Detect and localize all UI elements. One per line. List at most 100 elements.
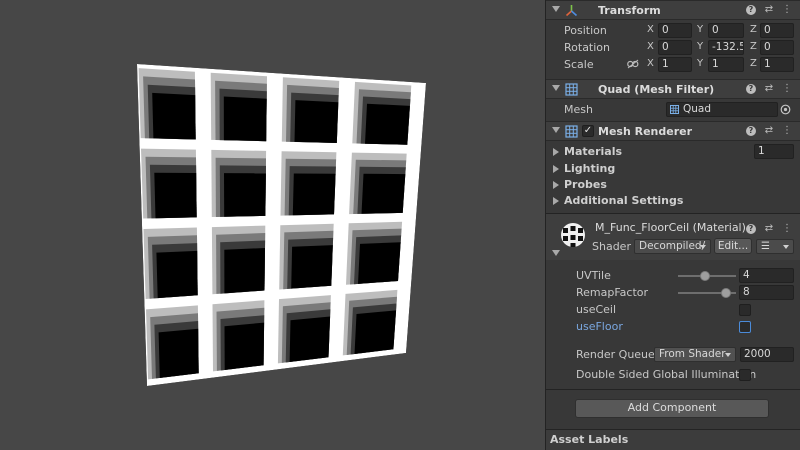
scale-x-field[interactable]: 1 (658, 57, 692, 72)
tile-cell (291, 245, 333, 289)
tile-cell (358, 242, 401, 284)
more-menu-icon[interactable]: ⋮ (782, 223, 792, 235)
chevron-down-icon (783, 245, 789, 249)
dsgi-row: Double Sided Global Illumination (546, 366, 800, 383)
foldout-arrow-icon[interactable] (553, 197, 559, 205)
uvtile-slider-thumb[interactable] (699, 271, 710, 281)
materials-foldout[interactable]: Materials 1 (546, 144, 800, 160)
useceil-checkbox[interactable] (739, 304, 751, 316)
axis-y-label: Y (697, 24, 704, 35)
position-z-field[interactable]: 0 (760, 23, 794, 38)
tile-cell (224, 173, 266, 217)
axis-x-label: X (647, 58, 654, 69)
remapfactor-label: RemapFactor (576, 286, 649, 299)
tile-cell (224, 322, 265, 370)
render-queue-row: Render Queue From Shader 2000 (546, 346, 800, 363)
tile-cell (158, 328, 199, 378)
help-icon[interactable]: ? (746, 224, 756, 234)
additional-settings-foldout[interactable]: Additional Settings (546, 193, 800, 209)
shader-options-dropdown[interactable]: ☰ (756, 239, 794, 254)
tile-cell (365, 103, 410, 145)
position-label: Position (564, 24, 607, 37)
render-queue-label: Render Queue (576, 348, 655, 361)
rotation-z-field[interactable]: 0 (760, 40, 794, 55)
uvtile-field[interactable]: 4 (739, 268, 794, 283)
list-icon: ☰ (761, 241, 770, 252)
foldout-arrow-icon[interactable] (552, 127, 560, 133)
position-y-field[interactable]: 0 (708, 23, 744, 38)
more-menu-icon[interactable]: ⋮ (782, 83, 792, 95)
help-icon[interactable]: ? (746, 126, 756, 136)
more-menu-icon[interactable]: ⋮ (782, 125, 792, 137)
uvtile-row: UVTile 4 (546, 267, 800, 284)
tile-cell (156, 250, 198, 299)
tile-cell (354, 310, 397, 354)
transform-rotation-row: Rotation X 0 Y -132.5 Z 0 (546, 39, 800, 56)
asset-labels-bar[interactable]: Asset Labels (546, 429, 800, 450)
scene-view[interactable] (0, 0, 545, 450)
add-component-button[interactable]: Add Component (575, 399, 769, 418)
materials-label: Materials (564, 145, 623, 158)
mesh-grid-icon (565, 83, 578, 96)
foldout-arrow-icon[interactable] (552, 250, 560, 256)
usefloor-checkbox[interactable] (739, 321, 751, 333)
constrain-proportions-link-icon[interactable] (627, 59, 639, 69)
probes-foldout[interactable]: Probes (546, 177, 800, 193)
render-queue-mode-dropdown[interactable]: From Shader (654, 347, 736, 362)
axis-z-label: Z (750, 58, 757, 69)
mesh-label: Mesh (564, 103, 593, 116)
shader-dropdown[interactable]: Decompiled/ (634, 239, 711, 254)
more-menu-icon[interactable]: ⋮ (782, 4, 792, 16)
chevron-down-icon (700, 245, 706, 249)
object-picker-icon[interactable] (780, 104, 791, 115)
dsgi-checkbox[interactable] (739, 369, 751, 381)
material-header[interactable]: M_Func_FloorCeil (Material) ? ⇄ ⋮ Shader… (546, 214, 800, 260)
transform-title: Transform (598, 4, 661, 17)
tile-cell (292, 173, 336, 216)
render-queue-field[interactable]: 2000 (740, 347, 794, 362)
lighting-foldout[interactable]: Lighting (546, 161, 800, 177)
mesh-grid-icon (670, 105, 679, 114)
materials-count-field[interactable]: 1 (754, 144, 794, 159)
position-x-field[interactable]: 0 (658, 23, 692, 38)
axis-y-label: Y (697, 58, 704, 69)
additional-settings-label: Additional Settings (564, 194, 684, 207)
useceil-row: useCeil (546, 301, 800, 318)
useceil-label: useCeil (576, 303, 617, 316)
axis-y-label: Y (697, 41, 704, 52)
section-divider (546, 389, 800, 390)
rotation-y-field[interactable]: -132.5 (708, 40, 744, 55)
help-icon[interactable]: ? (746, 5, 756, 15)
mesh-renderer-header[interactable]: ✓ Mesh Renderer ? ⇄ ⋮ (546, 121, 800, 141)
preset-icon[interactable]: ⇄ (764, 125, 774, 137)
preset-icon[interactable]: ⇄ (764, 223, 774, 235)
mesh-object-field[interactable]: Quad (666, 102, 778, 117)
help-icon[interactable]: ? (746, 84, 756, 94)
mesh-value: Quad (683, 103, 712, 115)
preset-icon[interactable]: ⇄ (764, 83, 774, 95)
mesh-filter-header[interactable]: Quad (Mesh Filter) ? ⇄ ⋮ (546, 79, 800, 99)
shader-edit-button[interactable]: Edit... (714, 238, 752, 254)
mesh-renderer-title: Mesh Renderer (598, 125, 693, 138)
rotation-x-field[interactable]: 0 (658, 40, 692, 55)
remapfactor-field[interactable]: 8 (739, 285, 794, 300)
material-sphere-icon (561, 223, 585, 247)
mesh-renderer-icon (565, 125, 578, 138)
preset-icon[interactable]: ⇄ (764, 4, 774, 16)
remapfactor-row: RemapFactor 8 (546, 284, 800, 301)
axis-z-label: Z (750, 41, 757, 52)
tile-cell (152, 92, 196, 140)
scale-z-field[interactable]: 1 (760, 57, 794, 72)
foldout-arrow-icon[interactable] (553, 165, 559, 173)
foldout-arrow-icon[interactable] (552, 85, 560, 91)
shader-value: Decompiled/ (639, 240, 706, 252)
mesh-renderer-enabled-checkbox[interactable]: ✓ (582, 125, 594, 137)
foldout-arrow-icon[interactable] (553, 181, 559, 189)
foldout-arrow-icon[interactable] (552, 6, 560, 12)
transform-header[interactable]: Transform ? ⇄ ⋮ (546, 0, 800, 20)
remapfactor-slider-thumb[interactable] (720, 288, 731, 298)
foldout-arrow-icon[interactable] (553, 148, 559, 156)
rotation-label: Rotation (564, 41, 611, 54)
scale-y-field[interactable]: 1 (708, 57, 744, 72)
transform-position-row: Position X 0 Y 0 Z 0 (546, 22, 800, 39)
